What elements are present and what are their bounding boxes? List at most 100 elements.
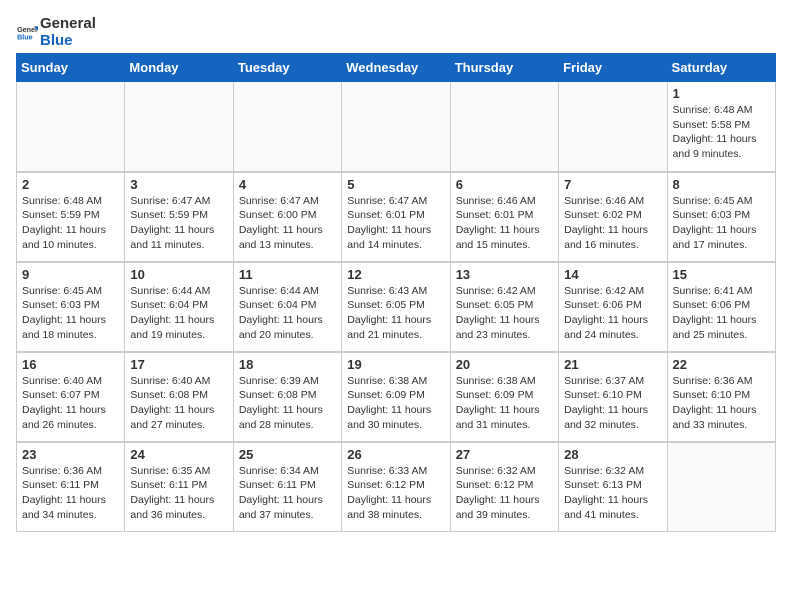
day-cell: 24Sunrise: 6:35 AM Sunset: 6:11 PM Dayli… (125, 442, 233, 532)
week-row-2: 2 Sunrise: 6:48 AM Sunset: 5:59 PM Daylig… (17, 172, 776, 262)
day-number: 19 (347, 357, 444, 372)
header-wednesday: Wednesday (342, 54, 450, 82)
day-cell: 11 Sunrise: 6:44 AM Sunset: 6:04 PM Dayli… (233, 262, 341, 352)
week-row-5: 23 Sunrise: 6:36 AM Sunset: 6:11 PM Dayli… (17, 442, 776, 532)
day-cell: 15 Sunrise: 6:41 AM Sunset: 6:06 PM Dayli… (667, 262, 775, 352)
day-info: Sunrise: 6:48 AM Sunset: 5:58 PM Dayligh… (673, 103, 770, 162)
day-info: Sunrise: 6:32 AM Sunset: 6:12 PM Dayligh… (456, 464, 553, 523)
day-info: Sunrise: 6:46 AM Sunset: 6:02 PM Dayligh… (564, 194, 661, 253)
day-info: Sunrise: 6:45 AM Sunset: 6:03 PM Dayligh… (22, 284, 119, 343)
day-cell: 20 Sunrise: 6:38 AM Sunset: 6:09 PM Dayli… (450, 352, 558, 442)
day-number: 17 (130, 357, 227, 372)
day-number: 12 (347, 267, 444, 282)
day-info: Sunrise: 6:36 AM Sunset: 6:11 PM Dayligh… (22, 464, 119, 523)
day-info: Sunrise: 6:47 AM Sunset: 6:00 PM Dayligh… (239, 194, 336, 253)
day-cell: 17 Sunrise: 6:40 AM Sunset: 6:08 PM Dayli… (125, 352, 233, 442)
header-monday: Monday (125, 54, 233, 82)
day-number: 15 (673, 267, 770, 282)
day-info: Sunrise: 6:44 AM Sunset: 6:04 PM Dayligh… (130, 284, 227, 343)
day-cell: 2 Sunrise: 6:48 AM Sunset: 5:59 PM Daylig… (17, 172, 125, 262)
day-cell: 7 Sunrise: 6:46 AM Sunset: 6:02 PM Daylig… (559, 172, 667, 262)
day-info: Sunrise: 6:40 AM Sunset: 6:08 PM Dayligh… (130, 374, 227, 433)
day-number: 7 (564, 177, 661, 192)
day-cell: 26 Sunrise: 6:33 AM Sunset: 6:12 PM Dayli… (342, 442, 450, 532)
day-cell: 8 Sunrise: 6:45 AM Sunset: 6:03 PM Daylig… (667, 172, 775, 262)
day-info: Sunrise: 6:32 AM Sunset: 6:13 PM Dayligh… (564, 464, 661, 523)
day-info: Sunrise: 6:44 AM Sunset: 6:04 PM Dayligh… (239, 284, 336, 343)
day-cell: 4 Sunrise: 6:47 AM Sunset: 6:00 PM Daylig… (233, 172, 341, 262)
day-info: Sunrise: 6:40 AM Sunset: 6:07 PM Dayligh… (22, 374, 119, 433)
day-cell: 28Sunrise: 6:32 AM Sunset: 6:13 PM Dayli… (559, 442, 667, 532)
day-cell: 9 Sunrise: 6:45 AM Sunset: 6:03 PM Daylig… (17, 262, 125, 352)
day-info: Sunrise: 6:46 AM Sunset: 6:01 PM Dayligh… (456, 194, 553, 253)
day-cell: 18 Sunrise: 6:39 AM Sunset: 6:08 PM Dayli… (233, 352, 341, 442)
day-cell: 21 Sunrise: 6:37 AM Sunset: 6:10 PM Dayli… (559, 352, 667, 442)
day-cell (125, 82, 233, 172)
day-number: 14 (564, 267, 661, 282)
day-cell: 12 Sunrise: 6:43 AM Sunset: 6:05 PM Dayli… (342, 262, 450, 352)
day-number: 25 (239, 447, 336, 462)
day-info: Sunrise: 6:38 AM Sunset: 6:09 PM Dayligh… (456, 374, 553, 433)
logo-icon: General Blue (16, 22, 38, 44)
header-friday: Friday (559, 54, 667, 82)
day-number: 27 (456, 447, 553, 462)
header-thursday: Thursday (450, 54, 558, 82)
week-row-3: 9 Sunrise: 6:45 AM Sunset: 6:03 PM Daylig… (17, 262, 776, 352)
day-cell: 6 Sunrise: 6:46 AM Sunset: 6:01 PM Daylig… (450, 172, 558, 262)
day-number: 20 (456, 357, 553, 372)
day-info: Sunrise: 6:38 AM Sunset: 6:09 PM Dayligh… (347, 374, 444, 433)
day-cell: 5 Sunrise: 6:47 AM Sunset: 6:01 PM Daylig… (342, 172, 450, 262)
day-cell: 10 Sunrise: 6:44 AM Sunset: 6:04 PM Dayli… (125, 262, 233, 352)
day-cell (342, 82, 450, 172)
day-number: 18 (239, 357, 336, 372)
day-cell: 16 Sunrise: 6:40 AM Sunset: 6:07 PM Dayli… (17, 352, 125, 442)
day-number: 13 (456, 267, 553, 282)
day-number: 11 (239, 267, 336, 282)
calendar: SundayMondayTuesdayWednesdayThursdayFrid… (16, 53, 776, 532)
day-number: 6 (456, 177, 553, 192)
day-number: 16 (22, 357, 119, 372)
day-info: Sunrise: 6:48 AM Sunset: 5:59 PM Dayligh… (22, 194, 119, 253)
day-number: 4 (239, 177, 336, 192)
day-info: Sunrise: 6:34 AM Sunset: 6:11 PM Dayligh… (239, 464, 336, 523)
day-number: 5 (347, 177, 444, 192)
day-cell: 14 Sunrise: 6:42 AM Sunset: 6:06 PM Dayli… (559, 262, 667, 352)
day-number: 2 (22, 177, 119, 192)
day-number: 1 (673, 86, 770, 101)
day-cell (17, 82, 125, 172)
day-info: Sunrise: 6:36 AM Sunset: 6:10 PM Dayligh… (673, 374, 770, 433)
week-row-4: 16 Sunrise: 6:40 AM Sunset: 6:07 PM Dayli… (17, 352, 776, 442)
day-number: 10 (130, 267, 227, 282)
day-number: 23 (22, 447, 119, 462)
day-number: 8 (673, 177, 770, 192)
day-cell (233, 82, 341, 172)
day-cell: 27 Sunrise: 6:32 AM Sunset: 6:12 PM Dayli… (450, 442, 558, 532)
day-info: Sunrise: 6:37 AM Sunset: 6:10 PM Dayligh… (564, 374, 661, 433)
day-cell: 22 Sunrise: 6:36 AM Sunset: 6:10 PM Dayli… (667, 352, 775, 442)
day-info: Sunrise: 6:39 AM Sunset: 6:08 PM Dayligh… (239, 374, 336, 433)
day-cell: 1 Sunrise: 6:48 AM Sunset: 5:58 PM Daylig… (667, 82, 775, 172)
day-info: Sunrise: 6:33 AM Sunset: 6:12 PM Dayligh… (347, 464, 444, 523)
day-number: 9 (22, 267, 119, 282)
day-info: Sunrise: 6:43 AM Sunset: 6:05 PM Dayligh… (347, 284, 444, 343)
day-info: Sunrise: 6:41 AM Sunset: 6:06 PM Dayligh… (673, 284, 770, 343)
day-info: Sunrise: 6:45 AM Sunset: 6:03 PM Dayligh… (673, 194, 770, 253)
logo: General Blue General Blue (16, 16, 96, 49)
day-cell (450, 82, 558, 172)
header-tuesday: Tuesday (233, 54, 341, 82)
header: General Blue General Blue (16, 16, 776, 49)
header-saturday: Saturday (667, 54, 775, 82)
day-cell: 19 Sunrise: 6:38 AM Sunset: 6:09 PM Dayli… (342, 352, 450, 442)
day-cell: 25 Sunrise: 6:34 AM Sunset: 6:11 PM Dayli… (233, 442, 341, 532)
day-cell: 23 Sunrise: 6:36 AM Sunset: 6:11 PM Dayli… (17, 442, 125, 532)
day-cell: 3Sunrise: 6:47 AM Sunset: 5:59 PM Daylig… (125, 172, 233, 262)
day-cell (667, 442, 775, 532)
day-info: Sunrise: 6:47 AM Sunset: 6:01 PM Dayligh… (347, 194, 444, 253)
day-info: Sunrise: 6:35 AM Sunset: 6:11 PM Dayligh… (130, 464, 227, 523)
day-number: 21 (564, 357, 661, 372)
day-info: Sunrise: 6:42 AM Sunset: 6:06 PM Dayligh… (564, 284, 661, 343)
day-number: 22 (673, 357, 770, 372)
day-cell: 13Sunrise: 6:42 AM Sunset: 6:05 PM Dayli… (450, 262, 558, 352)
day-info: Sunrise: 6:47 AM Sunset: 5:59 PM Dayligh… (130, 194, 227, 253)
day-number: 26 (347, 447, 444, 462)
